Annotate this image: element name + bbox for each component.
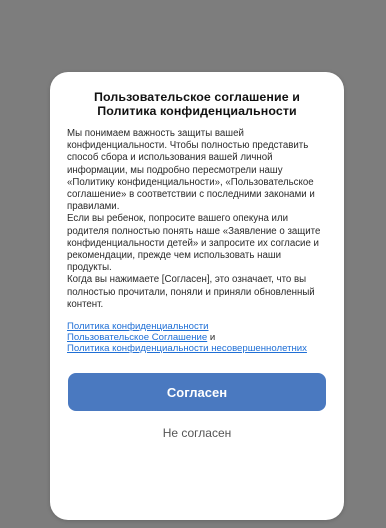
link-line-1: Политика конфиденциальности (67, 321, 327, 332)
paragraph-agree-meaning: Когда вы нажимаете [Согласен], это означ… (67, 274, 315, 310)
policy-links: Политика конфиденциальности Пользователь… (67, 321, 327, 354)
minors-privacy-policy-link[interactable]: Политика конфиденциальности несовершенно… (67, 343, 307, 354)
links-conjunction: и (209, 332, 216, 344)
link-line-3: Политика конфиденциальности несовершенно… (67, 343, 327, 354)
paragraph-children-notice: Если вы ребенок, попросите вашего опекун… (67, 213, 321, 274)
user-agreement-link[interactable]: Пользовательское Соглашение (67, 332, 207, 343)
disagree-button[interactable]: Не согласен (137, 424, 257, 442)
dialog-title: Пользовательское соглашение и Политика к… (94, 90, 300, 118)
user-agreement-dialog: Пользовательское соглашение и Политика к… (50, 72, 344, 520)
link-line-2: Пользовательское Соглашение и (67, 332, 327, 343)
privacy-policy-link[interactable]: Политика конфиденциальности (67, 321, 209, 332)
dialog-body: Мы понимаем важность защиты вашей конфид… (67, 128, 327, 311)
agree-button[interactable]: Согласен (68, 373, 326, 412)
paragraph-privacy-intro: Мы понимаем важность защиты вашей конфид… (67, 128, 315, 213)
